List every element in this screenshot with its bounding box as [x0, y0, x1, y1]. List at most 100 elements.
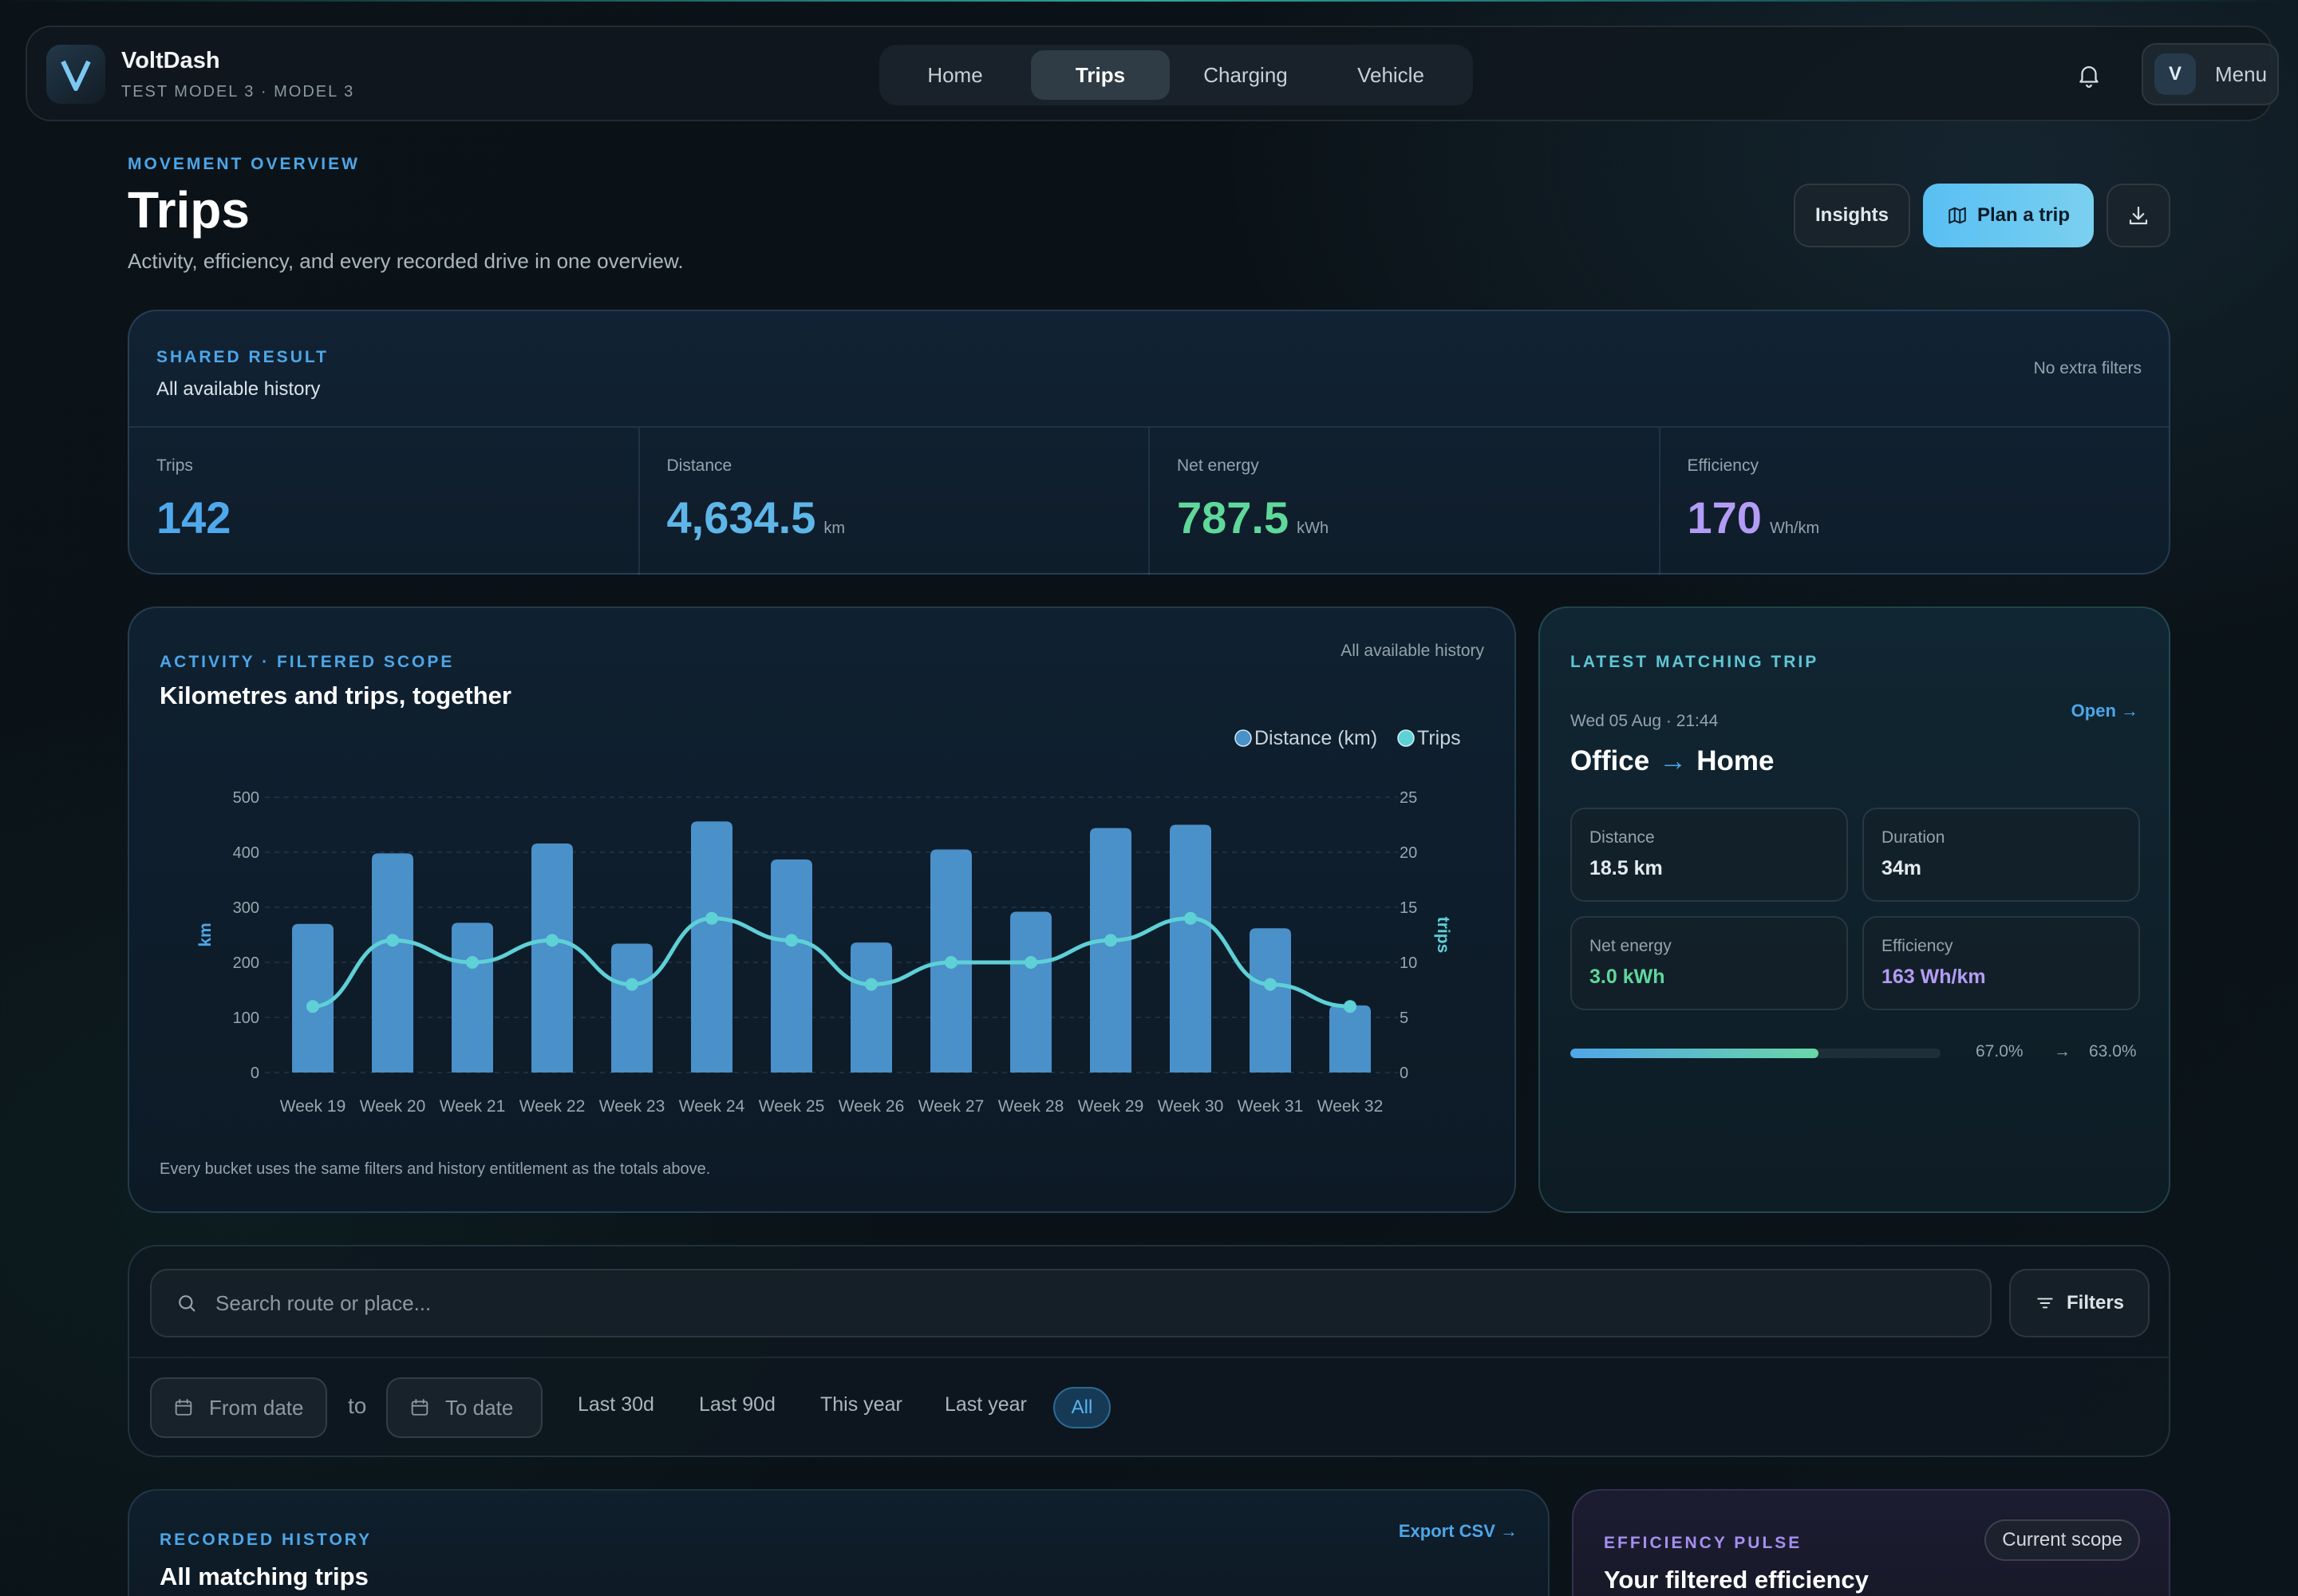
range-last-30d[interactable]: Last 30d — [578, 1393, 654, 1416]
stats-row: Trips 142 Distance 4,634.5 km Net energy … — [129, 426, 2169, 575]
distance-bar — [531, 843, 573, 1073]
metric-label: Net energy — [1589, 937, 1672, 955]
trip-route: Office → Home — [1570, 745, 1774, 777]
distance-bar — [1250, 928, 1291, 1073]
metric-value: 163 Wh/km — [1881, 966, 1986, 988]
filters-note: No extra filters — [2033, 359, 2142, 377]
trips-point — [546, 934, 559, 947]
stat-efficiency: Efficiency 170 Wh/km — [1660, 428, 2170, 575]
notifications-button[interactable] — [2067, 53, 2111, 97]
from-date-picker[interactable]: From date — [150, 1377, 327, 1438]
filters-button[interactable]: Filters — [2009, 1269, 2150, 1337]
activity-card: 0 100 200 300 400 500 0 5 10 15 20 25 km trips Week 19… — [128, 606, 1516, 1213]
app-logo[interactable] — [46, 45, 105, 104]
x-tick-label: Week 21 — [440, 1097, 506, 1116]
range-last-year[interactable]: Last year — [945, 1393, 1027, 1416]
recorded-history-card: RECORDED HISTORY All matching trips Expo… — [128, 1489, 1550, 1596]
stat-net-energy: Net energy 787.5 kWh — [1150, 428, 1660, 575]
distance-bar — [771, 859, 812, 1073]
calendar-icon — [411, 1399, 428, 1416]
shared-result-card: SHARED RESULT All available history No e… — [128, 310, 2170, 575]
search-box[interactable] — [150, 1269, 1992, 1337]
range-last-90d[interactable]: Last 90d — [699, 1393, 776, 1416]
stat-label: Net energy — [1177, 456, 1259, 475]
history-title: All matching trips — [160, 1562, 369, 1590]
avatar: V — [2154, 53, 2196, 95]
stat-label: Trips — [156, 456, 193, 475]
metric-label: Duration — [1881, 828, 1945, 847]
open-trip-link[interactable]: Open → — [2071, 701, 2138, 721]
trips-point — [306, 1000, 319, 1013]
menu-button[interactable]: V Menu — [2142, 43, 2279, 105]
tab-vehicle[interactable]: Vehicle — [1321, 50, 1460, 100]
y-tick-label: 300 — [233, 899, 259, 917]
soc-start: 67.0% — [1976, 1042, 2024, 1061]
activity-scope-note: All available history — [1340, 642, 1484, 660]
page-subtitle: Activity, efficiency, and every recorded… — [128, 249, 684, 273]
trips-point — [945, 956, 958, 969]
to-date-picker[interactable]: To date — [386, 1377, 543, 1438]
metric-net-energy: Net energy 3.0 kWh — [1570, 916, 1848, 1010]
tab-home[interactable]: Home — [886, 50, 1025, 100]
logo-v-icon — [61, 60, 91, 91]
y2-tick-label: 10 — [1400, 954, 1417, 972]
main-tabs: Home Trips Charging Vehicle — [879, 45, 1473, 105]
stat-unit: km — [823, 519, 846, 537]
x-tick-label: Week 24 — [679, 1097, 745, 1116]
download-icon — [2129, 206, 2148, 225]
trips-point — [865, 978, 878, 991]
efficiency-pulse-card: EFFICIENCY PULSE Your filtered efficienc… — [1572, 1489, 2170, 1596]
activity-eyebrow: ACTIVITY · FILTERED SCOPE — [160, 653, 455, 671]
x-tick-label: Week 32 — [1317, 1097, 1384, 1116]
insights-button[interactable]: Insights — [1794, 184, 1910, 247]
stat-unit: Wh/km — [1769, 519, 1820, 537]
distance-bar — [452, 922, 493, 1073]
range-this-year[interactable]: This year — [820, 1393, 902, 1416]
x-tick-label: Week 31 — [1238, 1097, 1304, 1116]
y2-tick-label: 0 — [1400, 1065, 1408, 1082]
x-tick-label: Week 22 — [519, 1097, 586, 1116]
page-title: Trips — [128, 181, 250, 239]
filters-label: Filters — [2066, 1292, 2125, 1314]
y-tick-label: 100 — [233, 1009, 259, 1027]
from-date-label: From date — [209, 1395, 304, 1420]
distance-bar — [691, 821, 732, 1073]
calendar-icon — [175, 1399, 192, 1416]
plan-trip-button[interactable]: Plan a trip — [1923, 184, 2094, 247]
stat-distance: Distance 4,634.5 km — [640, 428, 1150, 575]
trip-date: Wed 05 Aug · 21:44 — [1570, 712, 1719, 730]
distance-bar — [1010, 911, 1052, 1073]
latest-eyebrow: LATEST MATCHING TRIP — [1570, 653, 1819, 671]
page-eyebrow: MOVEMENT OVERVIEW — [128, 155, 360, 173]
battery-soc-fill — [1570, 1049, 1818, 1058]
y2-tick-label: 15 — [1400, 899, 1417, 917]
trips-point — [785, 934, 798, 947]
stat-label: Distance — [666, 456, 732, 475]
x-tick-label: Week 26 — [839, 1097, 905, 1116]
current-scope-chip[interactable]: Current scope — [1984, 1519, 2140, 1561]
search-input[interactable] — [215, 1290, 1811, 1316]
range-all[interactable]: All — [1053, 1387, 1111, 1428]
y2-tick-label: 20 — [1400, 844, 1417, 862]
tab-trips[interactable]: Trips — [1031, 50, 1170, 100]
download-button[interactable] — [2106, 184, 2170, 247]
x-tick-label: Week 20 — [360, 1097, 426, 1116]
y-tick-label: 0 — [251, 1065, 259, 1082]
stat-unit: kWh — [1297, 519, 1329, 537]
legend-swatch-trips — [1397, 729, 1415, 747]
x-tick-label: Week 29 — [1078, 1097, 1144, 1116]
brand-name: VoltDash — [121, 48, 220, 73]
distance-bar — [372, 853, 413, 1073]
export-csv-link[interactable]: Export CSV → — [1399, 1521, 1518, 1542]
battery-soc-bar — [1570, 1049, 1941, 1058]
x-tick-label: Week 23 — [599, 1097, 665, 1116]
map-icon — [1949, 207, 1966, 224]
stat-value: 4,634.5 — [666, 492, 816, 543]
y2-tick-label: 25 — [1400, 789, 1417, 807]
tab-charging[interactable]: Charging — [1176, 50, 1315, 100]
distance-bar — [851, 942, 892, 1073]
y-tick-label: 500 — [233, 789, 259, 807]
vehicle-subtitle: TEST MODEL 3 · MODEL 3 — [121, 83, 355, 101]
activity-title: Kilometres and trips, together — [160, 681, 511, 709]
stat-label: Efficiency — [1687, 456, 1759, 475]
